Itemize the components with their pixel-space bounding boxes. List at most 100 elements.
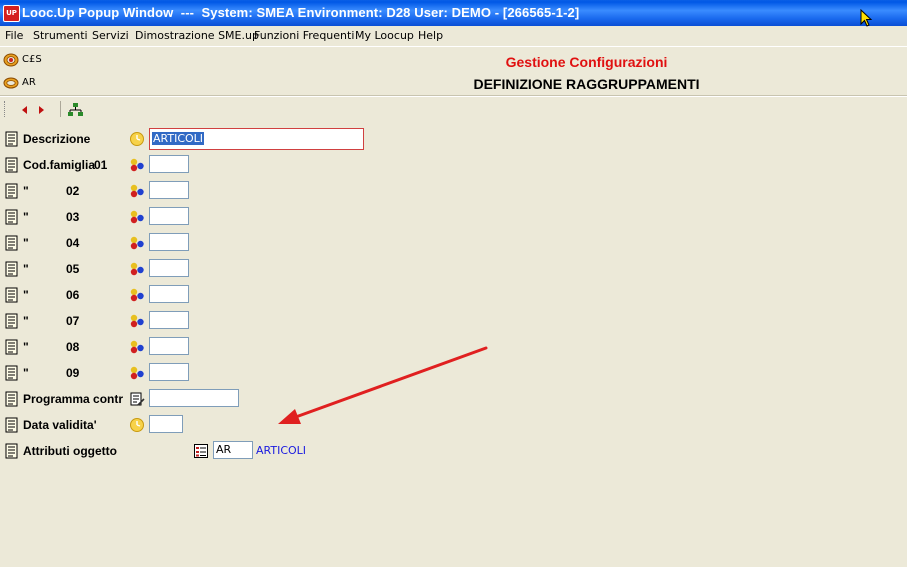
row-descrizione: Descrizione ARTICOLI bbox=[0, 128, 907, 150]
field-number: 06 bbox=[66, 288, 80, 302]
field-label: Attributi oggetto bbox=[23, 444, 117, 458]
ditto-mark: " bbox=[23, 184, 29, 198]
cod-famiglia-input[interactable] bbox=[149, 181, 189, 199]
menu-bar: File Strumenti Servizi Dimostrazione SME… bbox=[0, 26, 907, 45]
data-validita-input[interactable] bbox=[149, 415, 183, 433]
forward-button[interactable] bbox=[33, 101, 53, 119]
menu-servizi[interactable]: Servizi bbox=[92, 29, 129, 42]
toolbar-divider bbox=[60, 101, 61, 117]
ditto-mark: " bbox=[23, 288, 29, 302]
ditto-mark: " bbox=[23, 236, 29, 250]
cod-famiglia-input[interactable] bbox=[149, 155, 189, 173]
form-list-icon[interactable] bbox=[193, 443, 209, 459]
shortcut-label: C£S bbox=[22, 54, 42, 65]
row-attributi-oggetto: Attributi oggetto AR ARTICOLI bbox=[0, 440, 907, 462]
row-cod-famiglia-09: " 09 bbox=[0, 362, 907, 384]
page-title: Gestione Configurazioni bbox=[505, 54, 668, 70]
cod-famiglia-input[interactable] bbox=[149, 259, 189, 277]
objects-icon[interactable] bbox=[129, 209, 145, 225]
field-number: 04 bbox=[66, 236, 80, 250]
objects-icon[interactable] bbox=[129, 183, 145, 199]
document-icon bbox=[5, 287, 18, 303]
row-cod-famiglia-06: " 06 bbox=[0, 284, 907, 306]
document-icon bbox=[5, 131, 18, 147]
menu-funzioni-frequenti[interactable]: Funzioni Frequenti bbox=[254, 29, 354, 42]
field-number: 03 bbox=[66, 210, 80, 224]
document-icon bbox=[5, 313, 18, 329]
window-title: Looc.Up Popup Window --- System: SMEA En… bbox=[22, 5, 580, 20]
document-icon bbox=[5, 157, 18, 173]
ditto-mark: " bbox=[23, 314, 29, 328]
document-icon bbox=[5, 261, 18, 277]
row-cod-famiglia-01: Cod.famiglia 01 bbox=[0, 154, 907, 176]
row-cod-famiglia-08: " 08 bbox=[0, 336, 907, 358]
cod-famiglia-input[interactable] bbox=[149, 311, 189, 329]
edit-document-icon[interactable] bbox=[129, 391, 145, 407]
page-subtitle: DEFINIZIONE RAGGRUPPAMENTI bbox=[473, 76, 700, 92]
objects-icon[interactable] bbox=[129, 365, 145, 381]
tree-view-button[interactable] bbox=[66, 101, 86, 119]
field-number: 05 bbox=[66, 262, 80, 276]
toolbar-separator bbox=[0, 95, 907, 97]
ditto-mark: " bbox=[23, 366, 29, 380]
menu-file[interactable]: File bbox=[5, 29, 23, 42]
row-cod-famiglia-05: " 05 bbox=[0, 258, 907, 280]
objects-icon[interactable] bbox=[129, 261, 145, 277]
app-logo-icon: UP bbox=[3, 5, 20, 22]
objects-icon[interactable] bbox=[129, 339, 145, 355]
cod-famiglia-input[interactable] bbox=[149, 285, 189, 303]
document-icon bbox=[5, 417, 18, 433]
ditto-mark: " bbox=[23, 262, 29, 276]
hierarchy-tree-icon bbox=[68, 103, 83, 116]
row-cod-famiglia-07: " 07 bbox=[0, 310, 907, 332]
cod-famiglia-input[interactable] bbox=[149, 233, 189, 251]
document-icon bbox=[5, 183, 18, 199]
menu-strumenti[interactable]: Strumenti bbox=[33, 29, 88, 42]
window-title-bar[interactable]: UP Looc.Up Popup Window --- System: SMEA… bbox=[0, 0, 907, 26]
field-number: 08 bbox=[66, 340, 80, 354]
help-ring-icon bbox=[3, 53, 19, 67]
row-cod-famiglia-02: " 02 bbox=[0, 180, 907, 202]
row-cod-famiglia-03: " 03 bbox=[0, 206, 907, 228]
field-label: Programma contr bbox=[23, 392, 124, 406]
document-icon bbox=[5, 365, 18, 381]
arrow-right-icon bbox=[39, 106, 44, 114]
selected-text: ARTICOLI bbox=[152, 132, 205, 145]
clock-icon[interactable] bbox=[129, 417, 145, 433]
document-icon bbox=[5, 391, 18, 407]
row-programma-contr: Programma contr bbox=[0, 388, 907, 410]
cod-famiglia-input[interactable] bbox=[149, 337, 189, 355]
toolbar-grip bbox=[4, 101, 7, 117]
document-icon bbox=[5, 235, 18, 251]
field-number: 09 bbox=[66, 366, 80, 380]
field-label: Descrizione bbox=[23, 132, 91, 146]
menu-separator bbox=[0, 46, 907, 47]
row-cod-famiglia-04: " 04 bbox=[0, 232, 907, 254]
row-data-validita: Data validita' bbox=[0, 414, 907, 436]
programma-input[interactable] bbox=[149, 389, 239, 407]
document-icon bbox=[5, 443, 18, 459]
ditto-mark: " bbox=[23, 210, 29, 224]
field-number: 07 bbox=[66, 314, 80, 328]
shortcut-label: AR bbox=[22, 77, 36, 88]
objects-icon[interactable] bbox=[129, 235, 145, 251]
mouse-cursor-icon bbox=[860, 9, 873, 27]
menu-help[interactable]: Help bbox=[418, 29, 443, 42]
objects-icon[interactable] bbox=[129, 313, 145, 329]
ring-icon bbox=[3, 77, 19, 89]
clock-icon[interactable] bbox=[129, 131, 145, 147]
objects-icon[interactable] bbox=[129, 157, 145, 173]
objects-icon[interactable] bbox=[129, 287, 145, 303]
attributi-description: ARTICOLI bbox=[256, 444, 307, 457]
menu-my-loocup[interactable]: My Loocup bbox=[355, 29, 414, 42]
cod-famiglia-input[interactable] bbox=[149, 363, 189, 381]
document-icon bbox=[5, 339, 18, 355]
field-label: Cod.famiglia bbox=[23, 158, 96, 172]
descrizione-input[interactable]: ARTICOLI bbox=[149, 128, 364, 150]
attributi-input[interactable]: AR bbox=[213, 441, 253, 459]
cod-famiglia-input[interactable] bbox=[149, 207, 189, 225]
ditto-mark: " bbox=[23, 340, 29, 354]
menu-dimostrazione[interactable]: Dimostrazione SME.up bbox=[135, 29, 259, 42]
field-number: 02 bbox=[66, 184, 80, 198]
field-number: 01 bbox=[94, 158, 108, 172]
